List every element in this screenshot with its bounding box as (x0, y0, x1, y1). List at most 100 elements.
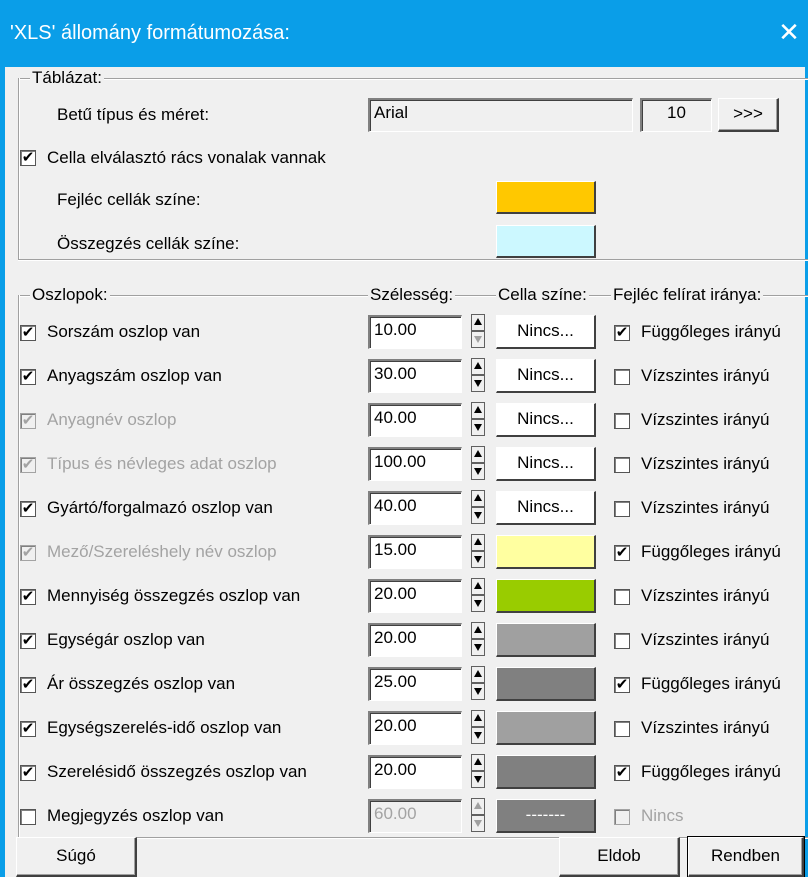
column-enabled-checkbox[interactable]: ✔ (20, 677, 36, 693)
header-color-swatch[interactable] (496, 181, 596, 214)
spin-down-icon[interactable] (471, 331, 485, 348)
header-direction-checkbox[interactable]: ✔ (614, 677, 630, 693)
column-width-spinner[interactable] (471, 402, 485, 438)
spin-down-icon[interactable] (471, 727, 485, 744)
column-width-input[interactable]: 20.00 (368, 579, 462, 613)
spin-up-icon[interactable] (471, 798, 485, 815)
column-color-swatch[interactable] (496, 623, 596, 657)
spin-down-icon[interactable] (471, 507, 485, 524)
column-width-spinner[interactable] (471, 314, 485, 350)
column-width-spinner[interactable] (471, 710, 485, 746)
spin-up-icon[interactable] (471, 358, 485, 375)
column-enabled-checkbox[interactable]: ✔ (20, 765, 36, 781)
column-width-spinner[interactable] (471, 490, 485, 526)
help-button[interactable]: Súgó (16, 837, 137, 877)
column-color-swatch[interactable]: Nincs... (496, 315, 596, 349)
column-enabled-checkbox[interactable]: ✔ (20, 589, 36, 605)
column-width-spinner[interactable] (471, 358, 485, 394)
column-enabled-checkbox[interactable]: ✔ (20, 633, 36, 649)
header-direction-checkbox[interactable] (614, 633, 630, 649)
column-width-spinner[interactable] (471, 446, 485, 482)
spin-down-icon[interactable] (471, 419, 485, 436)
header-direction-label: Függőleges irányú (641, 322, 781, 341)
column-width-input[interactable]: 20.00 (368, 623, 462, 657)
column-color-swatch[interactable]: Nincs... (496, 491, 596, 525)
header-direction-checkbox[interactable] (614, 457, 630, 473)
discard-button[interactable]: Eldob (559, 837, 680, 877)
spin-up-icon[interactable] (471, 402, 485, 419)
header-direction-label: Vízszintes irányú (641, 718, 770, 737)
column-width-input: 60.00 (368, 799, 462, 833)
spin-up-icon[interactable] (471, 446, 485, 463)
column-name-label: Gyártó/forgalmazó oszlop van (47, 498, 273, 517)
spin-up-icon[interactable] (471, 710, 485, 727)
spin-down-icon[interactable] (471, 639, 485, 656)
column-name-label: Anyagszám oszlop van (47, 366, 222, 385)
close-icon[interactable]: ✕ (774, 17, 804, 47)
grid-lines-checkbox[interactable]: ✔ (20, 150, 36, 166)
column-color-swatch[interactable] (496, 579, 596, 613)
spin-down-icon[interactable] (471, 771, 485, 788)
column-width-input[interactable]: 30.00 (368, 359, 462, 393)
header-direction-label: Függőleges irányú (641, 674, 781, 693)
column-width-input[interactable]: 10.00 (368, 315, 462, 349)
font-size-field[interactable]: 10 (640, 98, 712, 132)
column-width-spinner[interactable] (471, 622, 485, 658)
spin-down-icon[interactable] (471, 551, 485, 568)
column-color-swatch[interactable] (496, 711, 596, 745)
summary-color-swatch[interactable] (496, 225, 596, 258)
spin-up-icon[interactable] (471, 666, 485, 683)
column-width-input[interactable]: 100.00 (368, 447, 462, 481)
spin-up-icon[interactable] (471, 314, 485, 331)
header-direction-checkbox[interactable] (614, 413, 630, 429)
column-width-input[interactable]: 20.00 (368, 755, 462, 789)
spin-up-icon[interactable] (471, 490, 485, 507)
column-width-spinner[interactable] (471, 534, 485, 570)
header-direction-checkbox[interactable] (614, 589, 630, 605)
header-direction-checkbox[interactable] (614, 721, 630, 737)
header-direction-label: Függőleges irányú (641, 762, 781, 781)
spin-down-icon[interactable] (471, 463, 485, 480)
column-enabled-checkbox[interactable] (20, 809, 36, 825)
column-color-swatch[interactable]: Nincs... (496, 403, 596, 437)
font-name-field[interactable]: Arial (368, 98, 633, 132)
spin-down-icon[interactable] (471, 375, 485, 392)
column-width-spinner[interactable] (471, 754, 485, 790)
column-enabled-checkbox[interactable]: ✔ (20, 369, 36, 385)
header-direction-checkbox[interactable]: ✔ (614, 765, 630, 781)
spin-down-icon[interactable] (471, 683, 485, 700)
spin-up-icon[interactable] (471, 754, 485, 771)
font-select-button[interactable]: >>> (718, 98, 779, 132)
column-enabled-checkbox[interactable]: ✔ (20, 501, 36, 517)
header-direction-checkbox[interactable]: ✔ (614, 545, 630, 561)
header-direction-checkbox[interactable] (614, 369, 630, 385)
column-width-input[interactable]: 40.00 (368, 403, 462, 437)
column-color-swatch[interactable]: Nincs... (496, 359, 596, 393)
column-color-swatch[interactable] (496, 535, 596, 569)
column-width-spinner[interactable] (471, 666, 485, 702)
spin-down-icon[interactable] (471, 815, 485, 832)
column-name-label: Anyagnév oszlop (47, 410, 177, 429)
column-width-input[interactable]: 25.00 (368, 667, 462, 701)
spin-down-icon[interactable] (471, 595, 485, 612)
cell-color-header: Cella színe: (496, 285, 589, 305)
column-color-swatch[interactable] (496, 755, 596, 789)
column-enabled-checkbox[interactable]: ✔ (20, 325, 36, 341)
spin-up-icon[interactable] (471, 622, 485, 639)
column-name-label: Mennyiség összegzés oszlop van (47, 586, 301, 605)
column-name-label: Mező/Szereléshely név oszlop (47, 542, 277, 561)
ok-button[interactable]: Rendben (687, 836, 805, 877)
column-width-input[interactable]: 15.00 (368, 535, 462, 569)
spin-up-icon[interactable] (471, 578, 485, 595)
column-width-input[interactable]: 20.00 (368, 711, 462, 745)
header-direction-checkbox[interactable] (614, 501, 630, 517)
column-width-spinner[interactable] (471, 578, 485, 614)
header-direction-checkbox[interactable]: ✔ (614, 325, 630, 341)
column-enabled-checkbox[interactable]: ✔ (20, 721, 36, 737)
column-color-swatch[interactable] (496, 667, 596, 701)
column-enabled-checkbox: ✔ (20, 544, 36, 561)
column-name-label: Szerelésidő összegzés oszlop van (47, 762, 307, 781)
spin-up-icon[interactable] (471, 534, 485, 551)
column-width-input[interactable]: 40.00 (368, 491, 462, 525)
column-color-swatch[interactable]: Nincs... (496, 447, 596, 481)
